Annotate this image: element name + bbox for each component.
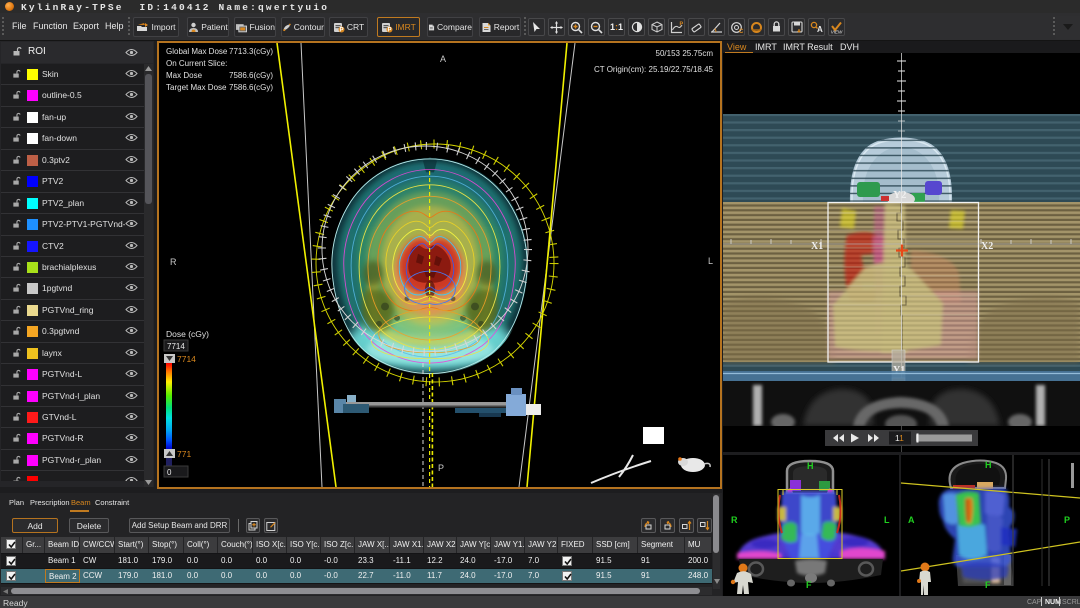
svg-text:P: P: [388, 27, 392, 32]
svg-text:CT Origin(cm): 25.19/22.75/18.: CT Origin(cm): 25.19/22.75/18.45: [594, 65, 714, 74]
svg-text:P: P: [339, 27, 343, 32]
svg-text:Dose (cGy): Dose (cGy): [166, 329, 209, 339]
svg-text:P: P: [1064, 515, 1070, 525]
svg-text:P: P: [438, 463, 444, 473]
svg-text:771: 771: [177, 449, 191, 459]
svg-text:L: L: [884, 515, 890, 525]
svg-text:A: A: [440, 54, 446, 64]
svg-text:X1: X1: [811, 241, 823, 252]
svg-text:Target Max Dose: Target Max Dose: [166, 83, 227, 92]
svg-text:L: L: [708, 256, 713, 266]
svg-text:R: R: [731, 515, 738, 525]
svg-text:25.75cm: 25.75cm: [682, 49, 713, 58]
svg-text:7586.6(cGy): 7586.6(cGy): [229, 71, 273, 80]
svg-text:7714: 7714: [177, 354, 196, 364]
svg-text:A: A: [908, 515, 915, 525]
svg-text:X2: X2: [981, 241, 993, 252]
svg-text:H: H: [807, 461, 814, 471]
svg-text:On Current Slice:: On Current Slice:: [166, 59, 227, 68]
svg-text:11: 11: [895, 433, 904, 443]
svg-text:R: R: [170, 257, 177, 267]
svg-text:F: F: [985, 580, 991, 590]
svg-text:P: P: [680, 21, 684, 27]
svg-text:7714: 7714: [167, 342, 185, 351]
svg-text:0: 0: [167, 468, 172, 477]
svg-text:Max Dose: Max Dose: [166, 71, 203, 80]
svg-text:50/153: 50/153: [656, 49, 681, 58]
svg-text:A: A: [817, 25, 823, 33]
svg-text:C: C: [739, 29, 743, 34]
svg-text:F: F: [806, 580, 812, 590]
svg-text:Global Max Dose: Global Max Dose: [166, 47, 228, 56]
svg-text:Y2: Y2: [893, 189, 907, 201]
svg-text:VIEW: VIEW: [831, 29, 843, 34]
svg-text:H: H: [985, 460, 992, 470]
svg-text:7713.3(cGy): 7713.3(cGy): [229, 47, 273, 56]
svg-text:7586.6(cGy): 7586.6(cGy): [229, 83, 273, 92]
